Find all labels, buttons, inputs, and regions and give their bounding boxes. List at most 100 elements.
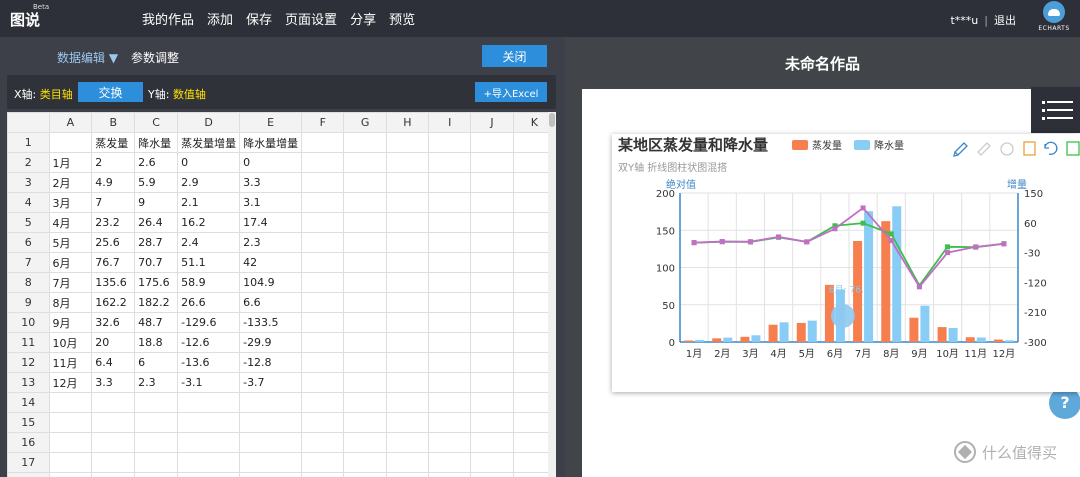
table-cell[interactable]: [301, 472, 345, 477]
table-cell[interactable]: -133.5: [239, 312, 303, 333]
column-header-c[interactable]: C: [134, 112, 179, 133]
row-header[interactable]: 13: [7, 372, 50, 393]
table-cell[interactable]: 10月: [48, 332, 93, 353]
table-cell[interactable]: 8月: [48, 292, 93, 313]
table-cell[interactable]: [343, 152, 387, 173]
table-cell[interactable]: [385, 212, 430, 233]
table-cell[interactable]: [91, 472, 136, 477]
table-cell[interactable]: [343, 352, 387, 373]
table-cell[interactable]: [177, 412, 241, 433]
table-cell[interactable]: [301, 232, 345, 253]
table-cell[interactable]: 48.7: [134, 312, 179, 333]
app-logo[interactable]: 图说: [10, 9, 40, 30]
table-cell[interactable]: 降水量增量: [239, 132, 303, 153]
row-header[interactable]: 17: [7, 452, 50, 473]
table-cell[interactable]: [301, 392, 345, 413]
table-cell[interactable]: [343, 372, 387, 393]
column-header-d[interactable]: D: [177, 112, 241, 133]
table-cell[interactable]: [343, 252, 387, 273]
table-cell[interactable]: -3.7: [239, 372, 303, 393]
table-cell[interactable]: [343, 432, 387, 453]
table-cell[interactable]: [428, 472, 472, 477]
row-header[interactable]: 9: [7, 292, 50, 313]
table-cell[interactable]: [343, 452, 387, 473]
table-cell[interactable]: [343, 272, 387, 293]
table-cell[interactable]: 25.6: [91, 232, 136, 253]
row-header[interactable]: 1: [7, 132, 50, 153]
table-cell[interactable]: 28.7: [134, 232, 179, 253]
table-cell[interactable]: [470, 212, 514, 233]
row-header[interactable]: 14: [7, 392, 50, 413]
table-cell[interactable]: [301, 312, 345, 333]
table-cell[interactable]: [470, 432, 514, 453]
table-cell[interactable]: [385, 172, 430, 193]
table-cell[interactable]: 降水量: [134, 132, 179, 153]
table-cell[interactable]: 2.3: [134, 372, 179, 393]
table-cell[interactable]: 4.9: [91, 172, 136, 193]
sheet-scroll-thumb[interactable]: [549, 113, 555, 127]
table-cell[interactable]: [301, 212, 345, 233]
table-cell[interactable]: 3.1: [239, 192, 303, 213]
table-cell[interactable]: 7月: [48, 272, 93, 293]
table-cell[interactable]: [428, 312, 472, 333]
table-cell[interactable]: [470, 292, 514, 313]
table-cell[interactable]: 182.2: [134, 292, 179, 313]
table-cell[interactable]: [48, 392, 93, 413]
table-cell[interactable]: [301, 452, 345, 473]
logout-link[interactable]: 退出: [994, 12, 1016, 28]
table-cell[interactable]: -12.6: [177, 332, 241, 353]
table-cell[interactable]: [301, 432, 345, 453]
table-cell[interactable]: 76.7: [91, 252, 136, 273]
table-cell[interactable]: [91, 412, 136, 433]
table-cell[interactable]: [343, 312, 387, 333]
table-cell[interactable]: [470, 192, 514, 213]
table-cell[interactable]: 蒸发量增量: [177, 132, 241, 153]
table-cell[interactable]: [385, 132, 430, 153]
table-cell[interactable]: [470, 272, 514, 293]
table-cell[interactable]: 104.9: [239, 272, 303, 293]
table-cell[interactable]: 9月: [48, 312, 93, 333]
table-cell[interactable]: 7: [91, 192, 136, 213]
table-cell[interactable]: [385, 372, 430, 393]
nav-share[interactable]: 分享: [350, 9, 376, 28]
table-cell[interactable]: 4月: [48, 212, 93, 233]
table-cell[interactable]: 2.1: [177, 192, 241, 213]
column-header-a[interactable]: A: [48, 112, 93, 133]
table-cell[interactable]: [428, 292, 472, 313]
table-cell[interactable]: [470, 332, 514, 353]
row-header[interactable]: 10: [7, 312, 50, 333]
column-header-h[interactable]: H: [385, 112, 430, 133]
table-cell[interactable]: [343, 472, 387, 477]
table-cell[interactable]: 32.6: [91, 312, 136, 333]
table-cell[interactable]: [239, 452, 303, 473]
table-cell[interactable]: [48, 132, 93, 153]
table-cell[interactable]: [343, 232, 387, 253]
table-cell[interactable]: 9: [134, 192, 179, 213]
row-header[interactable]: 16: [7, 432, 50, 453]
table-cell[interactable]: 26.6: [177, 292, 241, 313]
table-cell[interactable]: [470, 152, 514, 173]
table-cell[interactable]: [134, 472, 179, 477]
table-cell[interactable]: [470, 472, 514, 477]
row-header[interactable]: 2: [7, 152, 50, 173]
table-cell[interactable]: [239, 392, 303, 413]
tab-params[interactable]: 参数调整: [131, 49, 179, 66]
row-header[interactable]: 4: [7, 192, 50, 213]
table-cell[interactable]: 0: [239, 152, 303, 173]
table-cell[interactable]: -29.9: [239, 332, 303, 353]
row-header[interactable]: 15: [7, 412, 50, 433]
column-header-i[interactable]: I: [428, 112, 472, 133]
table-cell[interactable]: [385, 152, 430, 173]
table-cell[interactable]: [470, 452, 514, 473]
table-cell[interactable]: [239, 432, 303, 453]
row-header[interactable]: 7: [7, 252, 50, 273]
table-cell[interactable]: 0: [177, 152, 241, 173]
table-cell[interactable]: [428, 172, 472, 193]
table-cell[interactable]: [428, 412, 472, 433]
table-cell[interactable]: [134, 392, 179, 413]
table-cell[interactable]: [177, 452, 241, 473]
echarts-logo[interactable]: ECHARTS: [1036, 1, 1072, 35]
table-cell[interactable]: [177, 472, 241, 477]
table-cell[interactable]: 6.4: [91, 352, 136, 373]
table-cell[interactable]: [470, 392, 514, 413]
